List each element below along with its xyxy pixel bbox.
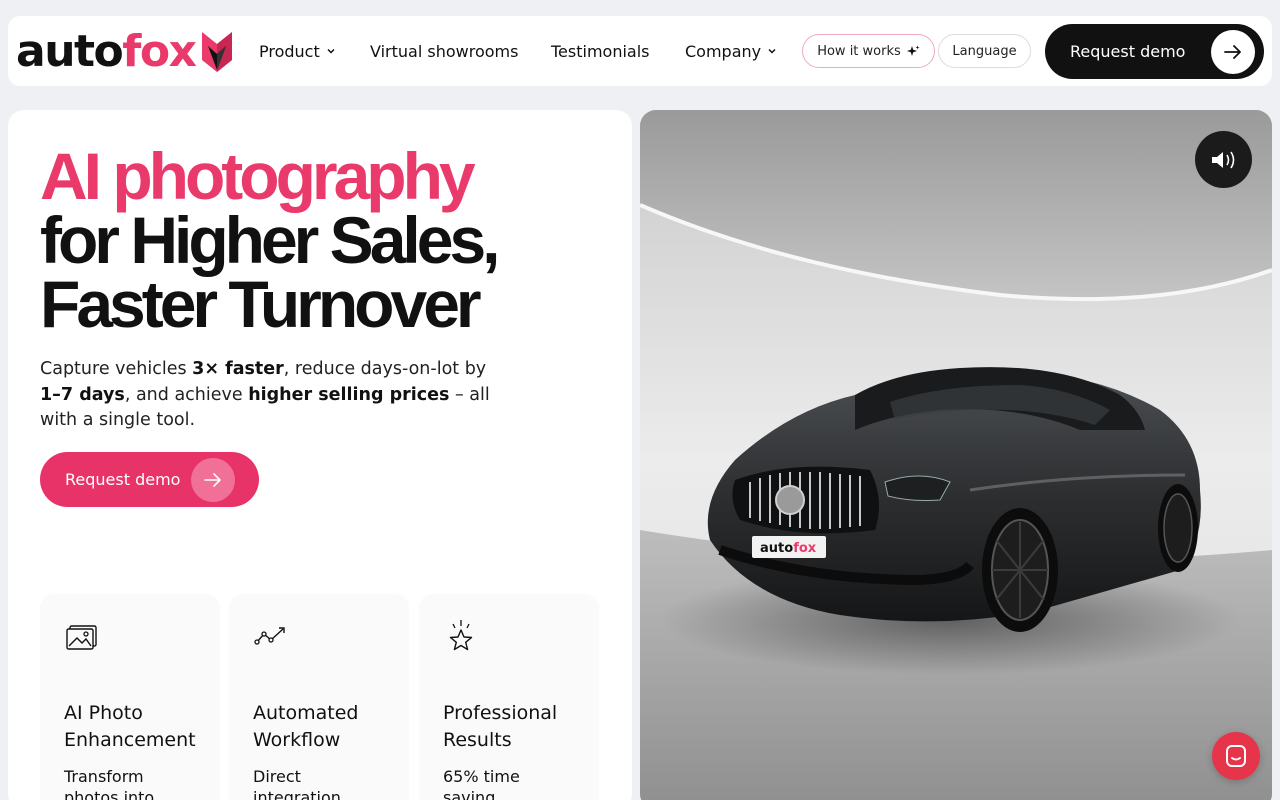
top-navigation: autofox Product Virtual showrooms Testim…	[8, 16, 1272, 86]
chat-icon	[1226, 745, 1246, 767]
speaker-icon	[1211, 151, 1234, 168]
sparkle-icon	[906, 45, 920, 56]
trend-line-icon	[254, 627, 285, 645]
nav-testimonials-label: Testimonials	[551, 41, 650, 61]
feature-title: AI Photo Enhancement	[64, 702, 196, 751]
headline-line-3: Faster Turnover	[40, 267, 482, 341]
request-demo-hero-label: Request demo	[65, 470, 181, 489]
how-it-works-button[interactable]: How it works	[802, 34, 935, 68]
feature-description: Direct integration	[253, 767, 341, 800]
chevron-down-icon	[327, 48, 335, 54]
hero-headline: AI photography for Higher Sales, Faster …	[40, 139, 600, 341]
chevron-down-icon	[768, 48, 776, 54]
request-demo-nav-button[interactable]: Request demo	[1045, 24, 1264, 79]
language-selector[interactable]: Language	[938, 34, 1031, 68]
chat-widget-button[interactable]	[1212, 732, 1260, 780]
hero-card: AI photography for Higher Sales, Faster …	[8, 110, 632, 800]
headline-accent: AI photography	[40, 139, 476, 213]
hero-subtext: Capture vehicles 3× faster, reduce days-…	[40, 359, 490, 430]
autofox-logo[interactable]: autofox	[16, 28, 234, 76]
showroom-car-image: autofox	[640, 110, 1272, 800]
nav-testimonials[interactable]: Testimonials	[551, 40, 650, 62]
feature-title: Professional Results	[443, 702, 558, 751]
nav-virtual-showrooms[interactable]: Virtual showrooms	[370, 40, 518, 62]
how-it-works-label: How it works	[817, 43, 901, 59]
nav-company-dropdown[interactable]: Company	[685, 40, 777, 62]
photo-icon	[66, 625, 97, 650]
star-icon	[449, 620, 473, 651]
feature-card-automated-workflow: Automated Workflow Direct integration	[229, 594, 409, 800]
sound-toggle-button[interactable]	[1195, 131, 1252, 188]
feature-card-professional-results: Professional Results 65% time saving,	[419, 594, 599, 800]
feature-title: Automated Workflow	[253, 702, 359, 751]
nav-company-label: Company	[685, 41, 762, 61]
nav-product-dropdown[interactable]: Product	[259, 40, 336, 62]
nav-virtual-showrooms-label: Virtual showrooms	[370, 41, 519, 61]
request-demo-nav-label: Request demo	[1070, 42, 1186, 61]
language-label: Language	[952, 43, 1017, 59]
feature-description: Transform photos into	[64, 767, 155, 800]
headline-line-2: for Higher Sales,	[40, 203, 501, 277]
fox-logo-icon	[201, 32, 232, 72]
request-demo-hero-button[interactable]: Request demo	[40, 452, 259, 507]
feature-card-ai-photo: AI Photo Enhancement Transform photos in…	[40, 594, 220, 800]
arrow-right-icon	[1211, 30, 1255, 74]
license-plate-text: autofox	[760, 541, 817, 556]
arrow-right-icon	[191, 458, 235, 502]
logo-wordmark: autofox	[16, 26, 197, 77]
feature-description: 65% time saving,	[443, 767, 520, 800]
nav-product-label: Product	[259, 41, 320, 61]
